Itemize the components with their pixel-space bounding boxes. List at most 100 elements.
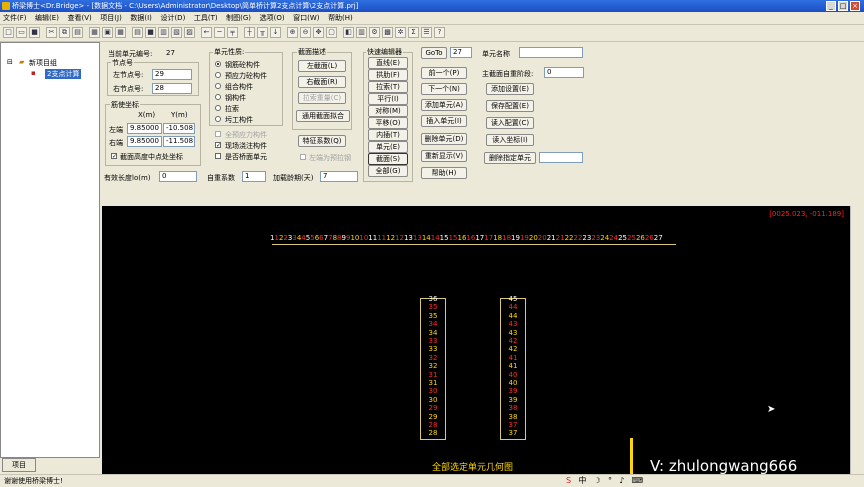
- node-icon[interactable]: ┼: [244, 27, 255, 38]
- goto-input[interactable]: 27: [450, 47, 472, 58]
- tab-project[interactable]: 项目: [2, 458, 36, 472]
- qe-all-button[interactable]: 全部(G): [368, 165, 408, 177]
- result-icon[interactable]: ▩: [382, 27, 393, 38]
- bridge-deck-checkbox[interactable]: [215, 153, 221, 159]
- paste-icon[interactable]: ▤: [72, 27, 83, 38]
- load-icon[interactable]: ↓: [270, 27, 281, 38]
- self-wt-input[interactable]: 1: [242, 171, 266, 182]
- refresh-button[interactable]: 重新显示(V): [421, 150, 467, 162]
- menu-help[interactable]: 帮助(H): [325, 12, 356, 24]
- general-section-button[interactable]: 通用截面拟合: [296, 110, 350, 122]
- radio-masonry[interactable]: [215, 116, 221, 122]
- section-center-checkbox[interactable]: ✓: [111, 153, 117, 160]
- prev-button[interactable]: 前一个(P): [421, 67, 467, 79]
- open-folder-icon[interactable]: ▭: [16, 27, 27, 38]
- qe-cable-button[interactable]: 拉索(T): [368, 81, 408, 93]
- tree-expand-icon[interactable]: ⊟: [7, 58, 13, 66]
- list-icon[interactable]: ☰: [421, 27, 432, 38]
- right-x-input[interactable]: 9.85000: [127, 136, 162, 147]
- left-x-input[interactable]: 9.85000: [127, 123, 162, 134]
- qe-symmetric-button[interactable]: 对称(M): [368, 105, 408, 117]
- full-prestress-checkbox[interactable]: [215, 131, 221, 137]
- left-node-input[interactable]: 29: [152, 69, 192, 80]
- save-config-button[interactable]: 保存配置(E): [486, 100, 534, 112]
- beam-icon[interactable]: ╤: [227, 27, 238, 38]
- new-file-icon[interactable]: □: [3, 27, 14, 38]
- close-button[interactable]: ×: [850, 1, 860, 11]
- copy-icon[interactable]: ⧉: [59, 27, 70, 38]
- calc-icon[interactable]: ▨: [184, 27, 195, 38]
- save-icon[interactable]: ■: [29, 27, 40, 38]
- eff-len-input[interactable]: 0: [159, 171, 197, 182]
- pan-icon[interactable]: ✥: [313, 27, 324, 38]
- minimize-button[interactable]: _: [826, 1, 836, 11]
- punct-icon[interactable]: °: [608, 475, 612, 487]
- print-icon[interactable]: ▦: [89, 27, 100, 38]
- menu-file[interactable]: 文件(F): [0, 12, 30, 24]
- grid-icon[interactable]: ▦: [115, 27, 126, 38]
- feature-coef-button[interactable]: 特征系数(Q): [298, 135, 346, 147]
- load-age-input[interactable]: 7: [320, 171, 358, 182]
- menu-tools[interactable]: 工具(T): [191, 12, 221, 24]
- mic-icon[interactable]: ♪: [619, 475, 624, 487]
- qe-element-button[interactable]: 单元(E): [368, 141, 408, 153]
- cable-weight-button[interactable]: 拉索重量(C): [298, 92, 346, 104]
- read-config-button[interactable]: 读入配置(C): [486, 117, 534, 129]
- wheel-icon[interactable]: ✲: [395, 27, 406, 38]
- radio-cable[interactable]: [215, 105, 221, 111]
- qe-section-button[interactable]: 截面(S): [368, 153, 408, 165]
- delete-selected-button[interactable]: 删除指定单元: [484, 152, 536, 164]
- cut-icon[interactable]: ✂: [46, 27, 57, 38]
- pier-icon[interactable]: ╥: [257, 27, 268, 38]
- section-icon[interactable]: ◧: [343, 27, 354, 38]
- qe-translate-button[interactable]: 平移(O): [368, 117, 408, 129]
- radio-steel[interactable]: [215, 94, 221, 100]
- import-icon[interactable]: ▥: [158, 27, 169, 38]
- insert-element-button[interactable]: 插入单元(I): [421, 115, 467, 127]
- arrow-left-icon[interactable]: ←: [201, 27, 212, 38]
- zoom-icon[interactable]: ⊕: [287, 27, 298, 38]
- radio-composite[interactable]: [215, 83, 221, 89]
- main-section-input[interactable]: 0: [544, 67, 584, 78]
- menu-options[interactable]: 选项(O): [257, 12, 288, 24]
- right-node-input[interactable]: 28: [152, 83, 192, 94]
- menu-drawing[interactable]: 制图(G): [223, 12, 254, 24]
- export-icon[interactable]: ▧: [171, 27, 182, 38]
- right-section-button[interactable]: 右截面(R): [298, 76, 346, 88]
- add-setting-button[interactable]: 添加设置(E): [486, 83, 534, 95]
- menu-design[interactable]: 设计(D): [157, 12, 188, 24]
- sogou-icon[interactable]: S: [566, 475, 571, 487]
- menu-edit[interactable]: 编辑(E): [32, 12, 62, 24]
- moon-icon[interactable]: ☽: [594, 475, 601, 487]
- preview-icon[interactable]: ▣: [102, 27, 113, 38]
- maximize-button[interactable]: □: [838, 1, 848, 11]
- goto-button[interactable]: GoTo: [421, 47, 447, 59]
- help-icon[interactable]: ?: [434, 27, 445, 38]
- chart-icon[interactable]: ▥: [356, 27, 367, 38]
- radio-prestress[interactable]: [215, 72, 221, 78]
- menu-data[interactable]: 数据(I): [127, 12, 155, 24]
- qe-arch-button[interactable]: 拱肋(F): [368, 69, 408, 81]
- qe-line-button[interactable]: 直线(E): [368, 57, 408, 69]
- help-button[interactable]: 帮助(H): [421, 167, 467, 179]
- lang-icon[interactable]: 中: [578, 475, 586, 487]
- table-icon[interactable]: ▤: [132, 27, 143, 38]
- right-y-input[interactable]: -11.508: [163, 136, 195, 147]
- sum-icon[interactable]: Σ: [408, 27, 419, 38]
- settings-icon[interactable]: ⚙: [369, 27, 380, 38]
- keyboard-icon[interactable]: ⌨: [632, 475, 644, 487]
- line-icon[interactable]: ─: [214, 27, 225, 38]
- fit-icon[interactable]: ▢: [326, 27, 337, 38]
- menu-view[interactable]: 查看(V): [64, 12, 94, 24]
- left-prestress-checkbox[interactable]: [300, 154, 306, 160]
- menu-project[interactable]: 项目(J): [97, 12, 125, 24]
- canvas-scrollbar[interactable]: [850, 206, 862, 474]
- qe-parallel-button[interactable]: 平行(I): [368, 93, 408, 105]
- left-y-input[interactable]: -10.508: [163, 123, 195, 134]
- save2-icon[interactable]: ■: [145, 27, 156, 38]
- qe-interpolate-button[interactable]: 内插(T): [368, 129, 408, 141]
- next-button[interactable]: 下一个(N): [421, 83, 467, 95]
- tree-child[interactable]: 2支点计算: [45, 69, 82, 79]
- delete-element-button[interactable]: 删除单元(D): [421, 133, 467, 145]
- read-coord-button[interactable]: 读入坐标(I): [486, 134, 534, 146]
